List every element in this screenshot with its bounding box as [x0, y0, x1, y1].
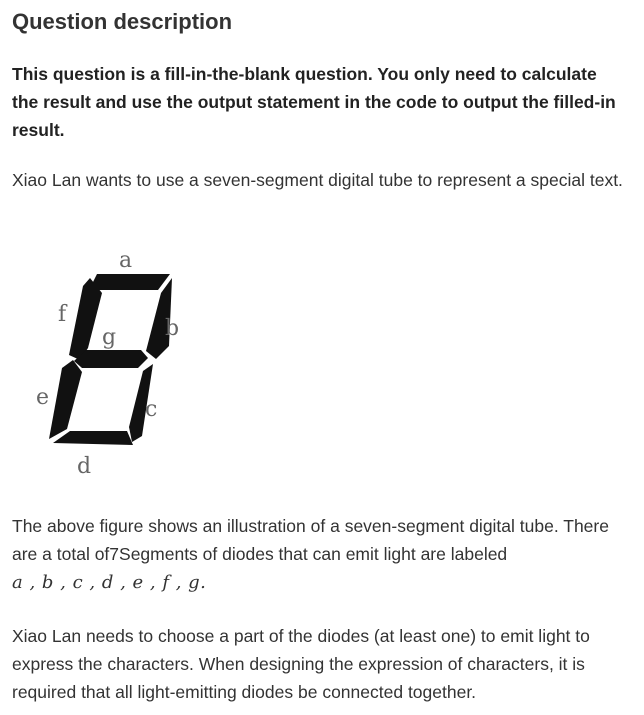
segment-label-a: a — [119, 248, 132, 273]
segment-label-c: c — [145, 397, 157, 422]
intro-paragraph: Xiao Lan wants to use a seven-segment di… — [12, 170, 623, 190]
segment-f — [69, 278, 102, 360]
segment-label-f: f — [58, 302, 68, 327]
requirement-paragraph: Xiao Lan needs to choose a part of the d… — [12, 626, 590, 702]
description-paragraph: The above figure shows an illustration o… — [12, 512, 627, 597]
segment-labels-math: a , b , c , d , e , f , g. — [12, 572, 207, 593]
segment-label-b: b — [165, 316, 179, 341]
segment-label-e: e — [36, 385, 49, 410]
segment-d — [53, 431, 133, 445]
segment-e — [49, 360, 82, 439]
segment-label-d: d — [77, 454, 91, 479]
seven-segment-figure: a b c d e f g — [22, 236, 222, 486]
segment-g — [74, 350, 148, 368]
segment-label-g: g — [102, 325, 116, 350]
fill-in-blank-note: This question is a fill-in-the-blank que… — [12, 64, 616, 140]
segment-a — [89, 274, 170, 290]
description-text: The above figure shows an illustration o… — [12, 516, 609, 564]
page-title: Question description — [12, 9, 233, 34]
